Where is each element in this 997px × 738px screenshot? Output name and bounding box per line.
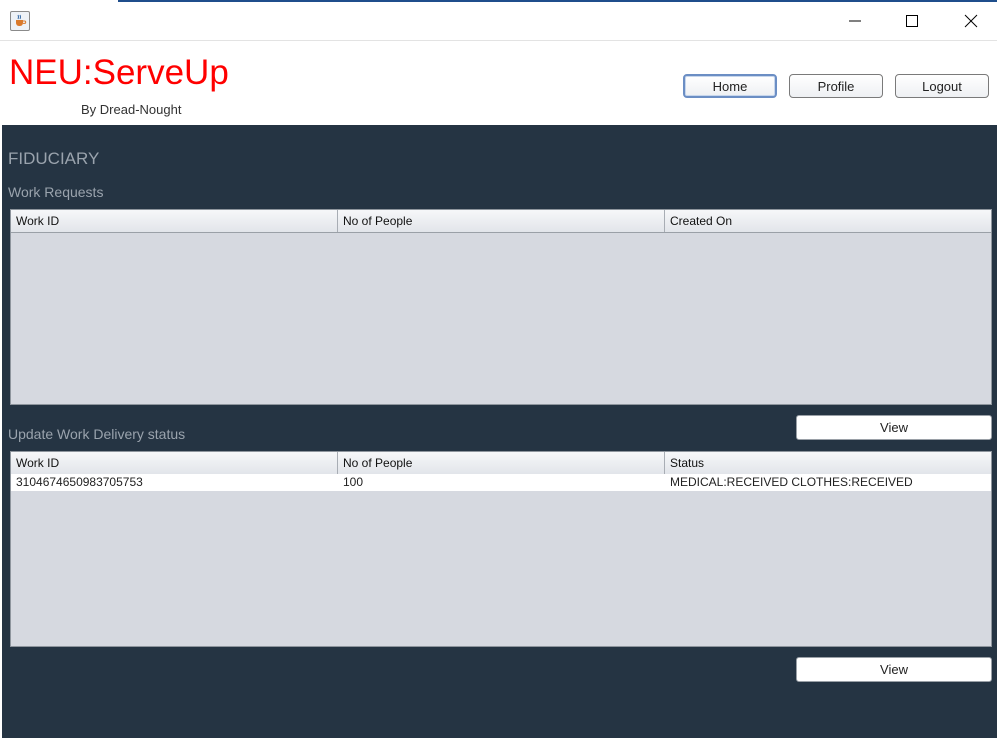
home-button[interactable]: Home xyxy=(683,74,777,98)
table-header: Work ID No of People Created On xyxy=(11,210,991,233)
close-icon xyxy=(964,14,978,28)
close-button[interactable] xyxy=(948,2,994,40)
cell-status: MEDICAL:RECEIVED CLOTHES:RECEIVED xyxy=(670,475,913,489)
column-header-no-of-people[interactable]: No of People xyxy=(338,210,665,232)
work-requests-title: Work Requests xyxy=(8,184,104,200)
work-requests-view-button[interactable]: View xyxy=(796,415,992,440)
cell-work-id: 3104674650983705753 xyxy=(16,475,143,489)
cell-no-of-people: 100 xyxy=(343,475,364,489)
column-header-no-of-people[interactable]: No of People xyxy=(338,452,665,474)
app-header: NEU:ServeUp By Dread-Nought Home Profile… xyxy=(0,41,997,125)
maximize-icon xyxy=(906,15,918,27)
logout-button[interactable]: Logout xyxy=(895,74,989,98)
role-title: FIDUCIARY xyxy=(8,149,100,168)
column-header-created-on[interactable]: Created On xyxy=(665,210,991,232)
column-header-status[interactable]: Status xyxy=(665,452,991,474)
brand-byline: By Dread-Nought xyxy=(81,102,182,117)
main-panel: FIDUCIARY Work Requests Work ID No of Pe… xyxy=(0,125,997,738)
minimize-icon xyxy=(849,20,861,22)
maximize-button[interactable] xyxy=(889,2,935,40)
column-header-work-id[interactable]: Work ID xyxy=(11,452,338,474)
delivery-status-title: Update Work Delivery status xyxy=(8,426,186,442)
java-cup-icon xyxy=(10,11,30,31)
table-row[interactable]: 3104674650983705753 100 MEDICAL:RECEIVED… xyxy=(11,474,991,491)
minimize-button[interactable] xyxy=(832,2,878,40)
table-header: Work ID No of People Status xyxy=(11,452,991,475)
work-requests-table[interactable]: Work ID No of People Created On xyxy=(10,209,992,405)
column-header-work-id[interactable]: Work ID xyxy=(11,210,338,232)
title-bar xyxy=(0,2,997,41)
delivery-status-table[interactable]: Work ID No of People Status 310467465098… xyxy=(10,451,992,647)
profile-button[interactable]: Profile xyxy=(789,74,883,98)
brand-title: NEU:ServeUp xyxy=(9,53,229,92)
delivery-view-button[interactable]: View xyxy=(796,657,992,682)
